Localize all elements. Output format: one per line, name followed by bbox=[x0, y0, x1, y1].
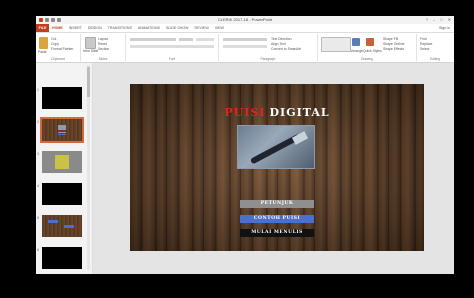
window-title: CLERIK 2017-18 - PowerPoint bbox=[217, 17, 273, 22]
editing-group: Find Replace Select Editing bbox=[417, 34, 453, 61]
font-group-label: Font bbox=[168, 57, 176, 61]
window-controls: ? – □ ✕ bbox=[426, 16, 451, 24]
slide-thumbnail-1[interactable] bbox=[42, 87, 82, 109]
sign-in-link[interactable]: Sign in bbox=[439, 24, 450, 32]
tab-list: HOME INSERT DESIGN TRANSITIONS ANIMATION… bbox=[52, 24, 224, 32]
paragraph-group: Text Direction Align Text Convert to Sma… bbox=[219, 34, 318, 61]
thumbnail-number: 3 bbox=[37, 152, 39, 156]
tab-home[interactable]: HOME bbox=[52, 24, 63, 32]
select-button[interactable]: Select bbox=[420, 47, 429, 51]
ribbon: Paste Cut Copy Format Painter Clipboard … bbox=[36, 33, 454, 63]
slide-thumbnail-4[interactable] bbox=[42, 183, 82, 205]
clipboard-group: Paste Cut Copy Format Painter Clipboard bbox=[36, 34, 81, 61]
new-slide-icon[interactable] bbox=[85, 37, 96, 49]
slide-thumbnail-3[interactable] bbox=[42, 151, 82, 173]
editing-group-label: Editing bbox=[430, 57, 440, 61]
thumbnail-number: 5 bbox=[37, 216, 39, 220]
pen-nib-icon bbox=[291, 131, 309, 145]
shapes-gallery[interactable] bbox=[321, 37, 351, 52]
shape-outline-button[interactable]: Shape Outline bbox=[383, 42, 405, 46]
tab-file[interactable]: FILE bbox=[36, 24, 49, 32]
font-name-box[interactable] bbox=[130, 38, 176, 41]
slide-title-word1: PUISI bbox=[224, 106, 266, 119]
petunjuk-button[interactable]: PETUNJUK bbox=[240, 200, 314, 208]
font-format-row[interactable] bbox=[130, 45, 214, 48]
quick-styles-button[interactable]: Quick Styles bbox=[363, 49, 382, 53]
slide-thumbnail-2[interactable] bbox=[40, 117, 84, 143]
alignment-buttons[interactable] bbox=[223, 45, 267, 48]
mulai-menulis-button[interactable]: MULAI MENULIS bbox=[240, 229, 314, 237]
clipboard-group-label: Clipboard bbox=[51, 57, 65, 61]
drawing-group-label: Drawing bbox=[361, 57, 373, 61]
thumbnail-number: 6 bbox=[37, 248, 39, 252]
help-button[interactable]: ? bbox=[426, 16, 428, 24]
slide-title-word2: DIGITAL bbox=[269, 106, 330, 119]
thumbnail-number: 2 bbox=[37, 120, 39, 124]
thumbnail-number: 4 bbox=[37, 184, 39, 188]
font-grow-shrink[interactable] bbox=[196, 38, 214, 41]
slide-thumbnail-5[interactable] bbox=[42, 215, 82, 237]
slides-group: New Slide Layout Reset Section Slides bbox=[81, 34, 126, 61]
reset-button[interactable]: Reset bbox=[98, 42, 107, 46]
layout-button[interactable]: Layout bbox=[98, 37, 108, 41]
arrange-icon[interactable] bbox=[352, 38, 360, 46]
current-slide[interactable]: PUISI DIGITAL PETUNJUK CONTOH PUISI MULAI… bbox=[130, 84, 424, 251]
drawing-group: Arrange Quick Styles Shape Fill Shape Ou… bbox=[318, 34, 417, 61]
find-button[interactable]: Find bbox=[420, 37, 427, 41]
align-text-button[interactable]: Align Text bbox=[271, 42, 286, 46]
tab-insert[interactable]: INSERT bbox=[69, 24, 82, 32]
slide-thumbnail-6[interactable] bbox=[42, 247, 82, 269]
arrange-button[interactable]: Arrange bbox=[351, 49, 363, 53]
format-painter-button[interactable]: Format Painter bbox=[51, 47, 73, 51]
cut-button[interactable]: Cut bbox=[51, 37, 56, 41]
shape-fill-button[interactable]: Shape Fill bbox=[383, 37, 398, 41]
slide-thumbnail-pane: 1 2 3 4 5 6 bbox=[36, 63, 93, 274]
font-group: Font bbox=[126, 34, 219, 61]
section-button[interactable]: Section bbox=[98, 47, 109, 51]
tab-transitions[interactable]: TRANSITIONS bbox=[108, 24, 132, 32]
text-direction-button[interactable]: Text Direction bbox=[271, 37, 292, 41]
minimize-button[interactable]: – bbox=[433, 16, 435, 24]
list-buttons[interactable] bbox=[223, 38, 267, 41]
quick-styles-icon[interactable] bbox=[366, 38, 374, 46]
replace-button[interactable]: Replace bbox=[420, 42, 432, 46]
tab-review[interactable]: REVIEW bbox=[195, 24, 209, 32]
slide-title[interactable]: PUISI DIGITAL bbox=[130, 106, 424, 119]
pen-image[interactable] bbox=[237, 125, 315, 169]
paste-icon[interactable] bbox=[39, 37, 48, 49]
close-button[interactable]: ✕ bbox=[448, 16, 451, 24]
copy-button[interactable]: Copy bbox=[51, 42, 59, 46]
new-slide-button[interactable]: New Slide bbox=[83, 49, 98, 53]
thumbnail-scrollbar[interactable] bbox=[87, 65, 90, 270]
slide-editor: PUISI DIGITAL PETUNJUK CONTOH PUISI MULAI… bbox=[93, 63, 454, 274]
tab-animations[interactable]: ANIMATIONS bbox=[138, 24, 160, 32]
contoh-puisi-button[interactable]: CONTOH PUISI bbox=[240, 215, 314, 223]
title-bar: CLERIK 2017-18 - PowerPoint ? – □ ✕ bbox=[36, 16, 454, 24]
shape-effects-button[interactable]: Shape Effects bbox=[383, 47, 404, 51]
tab-view[interactable]: VIEW bbox=[215, 24, 224, 32]
convert-smartart-button[interactable]: Convert to SmartArt bbox=[271, 47, 301, 51]
ribbon-tabs: FILE HOME INSERT DESIGN TRANSITIONS ANIM… bbox=[36, 24, 454, 33]
scrollbar-thumb[interactable] bbox=[87, 67, 90, 97]
paragraph-group-label: Paragraph bbox=[260, 57, 276, 61]
tab-design[interactable]: DESIGN bbox=[88, 24, 102, 32]
paste-button[interactable]: Paste bbox=[38, 50, 47, 54]
font-size-box[interactable] bbox=[179, 38, 193, 41]
powerpoint-window: CLERIK 2017-18 - PowerPoint ? – □ ✕ FILE… bbox=[36, 16, 454, 274]
thumbnail-number: 1 bbox=[37, 88, 39, 92]
slides-group-label: Slides bbox=[98, 57, 108, 61]
tab-slide-show[interactable]: SLIDE SHOW bbox=[166, 24, 189, 32]
maximize-button[interactable]: □ bbox=[440, 16, 442, 24]
